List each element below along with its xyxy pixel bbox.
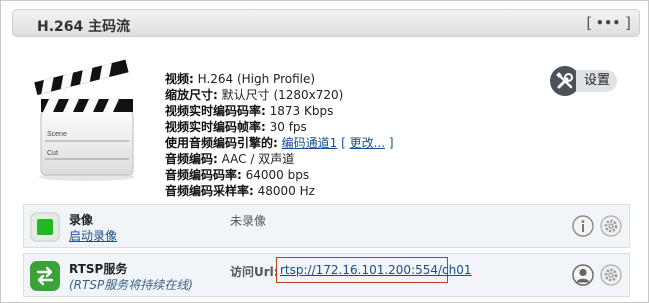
rtsp-url-label: 访问Url: bbox=[230, 265, 279, 279]
user-icon[interactable] bbox=[572, 264, 594, 286]
cut-label: Cut bbox=[47, 150, 58, 157]
record-row: 录像 启动录像 未录像 bbox=[23, 204, 630, 248]
info-row-resolution: 缩放尺寸: 默认尺寸 (1280x720) bbox=[165, 88, 344, 102]
info-row-audio-bitrate: 音频编码码率: 64000 bps bbox=[165, 168, 310, 182]
record-gear-icon[interactable] bbox=[600, 215, 622, 237]
rtsp-url-link[interactable]: rtsp://172.16.101.200:554/ch01 bbox=[280, 263, 472, 277]
record-title: 录像 bbox=[69, 213, 94, 227]
stream-info-list: 视频: H.264 (High Profile) 缩放尺寸: 默认尺寸 (128… bbox=[165, 71, 394, 199]
record-icon[interactable] bbox=[30, 212, 60, 242]
scene-label: Scene bbox=[47, 131, 67, 138]
info-row-audio-samplerate: 音频编码采样率: 48000 Hz bbox=[165, 184, 315, 198]
settings-label: 设置 bbox=[576, 70, 618, 92]
rtsp-row: RTSP服务 (RTSP服务将持续在线) 访问Url: rtsp://172.1… bbox=[23, 253, 630, 297]
info-row-audio-codec: 音频编码: AAC / 双声道 bbox=[165, 152, 295, 166]
info-icon[interactable] bbox=[572, 215, 594, 237]
change-encoder-link[interactable]: 更改... bbox=[350, 136, 385, 150]
more-dots-icon: ••• bbox=[596, 16, 621, 30]
more-menu-button[interactable]: [ ••• ] bbox=[584, 13, 633, 33]
clapperboard-icon: Scene Cut bbox=[34, 59, 135, 181]
start-record-link[interactable]: 启动录像 bbox=[69, 227, 117, 244]
rtsp-subtitle: (RTSP服务将持续在线) bbox=[69, 278, 193, 292]
settings-button[interactable]: 设置 bbox=[550, 66, 618, 96]
swap-arrows-icon[interactable] bbox=[30, 261, 60, 291]
info-row-video-fps: 视频实时编码帧率: 30 fps bbox=[165, 120, 307, 134]
stream-panel: H.264 主码流 [ ••• ] Scene Cut 视频: H.264 (H… bbox=[0, 0, 649, 303]
info-row-audio-engine: 使用音频编码引擎的: 编码通道1 [ 更改... ] bbox=[165, 136, 394, 150]
info-row-video-bitrate: 视频实时编码码率: 1873 Kbps bbox=[165, 104, 334, 118]
panel-header: H.264 主码流 [ ••• ] bbox=[12, 9, 640, 37]
record-status: 未录像 bbox=[230, 214, 267, 228]
encoder-channel-link[interactable]: 编码通道1 bbox=[282, 136, 338, 150]
menu-bracket-right: ] bbox=[623, 14, 633, 32]
info-row-video: 视频: H.264 (High Profile) bbox=[165, 72, 316, 86]
panel-title: H.264 主码流 bbox=[37, 19, 131, 35]
rtsp-gear-icon[interactable] bbox=[600, 264, 622, 286]
rtsp-title: RTSP服务 bbox=[69, 262, 128, 276]
menu-bracket-left: [ bbox=[584, 14, 594, 32]
